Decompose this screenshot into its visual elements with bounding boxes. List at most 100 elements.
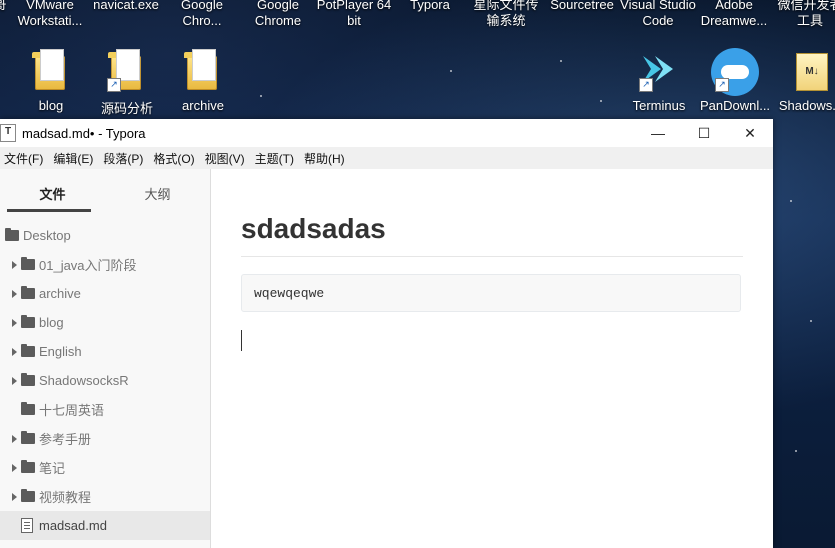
- tree-item-label: English: [39, 344, 82, 359]
- title-bar[interactable]: T madsad.md• - Typora — ☐ ✕: [0, 119, 773, 147]
- tree-item-label: 笔记: [39, 461, 66, 476]
- folder-icon: [21, 257, 35, 270]
- tree-item-label: 视频教程: [39, 490, 92, 505]
- code-block[interactable]: wqewqeqwe: [241, 274, 741, 312]
- markdown-file-icon: M↓: [791, 48, 831, 92]
- desktop-icon-shadowsocks[interactable]: M↓ Shadows...: [772, 48, 835, 113]
- menu-bar: 文件(F) 编辑(E) 段落(P) 格式(O) 视图(V) 主题(T) 帮助(H…: [0, 147, 773, 169]
- folder-icon: [21, 315, 35, 328]
- tree-item-label: blog: [39, 315, 64, 330]
- folder-icon: [21, 402, 35, 415]
- desktop-shortcut[interactable]: navicat.exe: [88, 0, 164, 13]
- expand-arrow-icon[interactable]: [12, 260, 17, 269]
- desktop-icon-label: 源码分析: [100, 101, 153, 116]
- file-sidebar: 文件 大纲 Desktop 01_java入门阶段 archive blog E…: [0, 169, 211, 548]
- desktop-shortcut[interactable]: VMware Workstati...: [12, 0, 88, 29]
- tree-item-folder[interactable]: 十七周英语: [0, 395, 210, 424]
- folder-icon: [5, 228, 19, 241]
- maximize-button[interactable]: ☐: [681, 119, 727, 147]
- terminus-icon: ↗: [639, 48, 679, 92]
- folder-icon: [21, 460, 35, 473]
- menu-file[interactable]: 文件(F): [0, 150, 47, 167]
- desktop-icon-source-analysis[interactable]: ↗ 源码分析: [88, 48, 166, 117]
- shortcut-arrow-icon: ↗: [715, 78, 729, 92]
- star: [560, 60, 562, 62]
- document-heading[interactable]: sdadsadas: [241, 213, 386, 245]
- folder-icon: [31, 48, 71, 92]
- sidebar-tabs: 文件 大纲: [0, 169, 210, 213]
- tree-item-folder[interactable]: ShadowsocksR: [0, 366, 210, 395]
- tree-item-label: Desktop: [23, 228, 71, 243]
- tree-item-label: archive: [39, 286, 81, 301]
- desktop-top-row: 哥 VMware Workstati... navicat.exe Google…: [0, 0, 835, 34]
- expand-arrow-icon[interactable]: [12, 434, 17, 443]
- desktop-icon-blog[interactable]: blog: [12, 48, 90, 113]
- window-title: madsad.md• - Typora: [22, 125, 146, 141]
- tree-item-folder[interactable]: archive: [0, 279, 210, 308]
- close-button[interactable]: ✕: [727, 119, 773, 147]
- expand-arrow-icon[interactable]: [12, 318, 17, 327]
- desktop-icon-terminus[interactable]: ↗ Terminus: [620, 48, 698, 113]
- typora-app-icon: T: [0, 124, 16, 142]
- tree-item-label: 参考手册: [39, 432, 92, 447]
- star: [790, 200, 792, 202]
- shortcut-arrow-icon: ↗: [107, 78, 121, 92]
- menu-help[interactable]: 帮助(H): [300, 150, 349, 167]
- tree-item-folder[interactable]: 01_java入门阶段: [0, 250, 210, 279]
- desktop-shortcut[interactable]: 星际文件传输系统: [468, 0, 544, 29]
- desktop-icon-label: Shadows...: [778, 98, 835, 113]
- expand-arrow-icon[interactable]: [12, 376, 17, 385]
- desktop-shortcut[interactable]: 微信开发者工具: [772, 0, 835, 29]
- tree-root-desktop[interactable]: Desktop: [0, 221, 210, 250]
- desktop-icon-label: Terminus: [632, 98, 686, 113]
- minimize-icon: —: [651, 125, 665, 141]
- desktop-shortcut[interactable]: Sourcetree: [544, 0, 620, 13]
- expand-arrow-icon[interactable]: [12, 463, 17, 472]
- minimize-button[interactable]: —: [635, 119, 681, 147]
- expand-arrow-icon[interactable]: [12, 347, 17, 356]
- desktop-icon-archive[interactable]: archive: [164, 48, 242, 113]
- tree-item-label: madsad.md: [39, 518, 107, 533]
- menu-paragraph[interactable]: 段落(P): [99, 150, 147, 167]
- folder-icon: [183, 48, 223, 92]
- desktop-shortcut[interactable]: Visual Studio Code: [620, 0, 696, 29]
- desktop-shortcut[interactable]: Adobe Dreamwe...: [696, 0, 772, 29]
- file-tree: Desktop 01_java入门阶段 archive blog English: [0, 221, 210, 540]
- desktop-icon-pandownload[interactable]: ↗ PanDownl...: [696, 48, 774, 113]
- tree-item-label: 01_java入门阶段: [39, 258, 137, 273]
- star: [450, 70, 452, 72]
- folder-icon: [21, 431, 35, 444]
- folder-icon: [21, 286, 35, 299]
- folder-icon: [21, 373, 35, 386]
- tree-item-folder[interactable]: 笔记: [0, 453, 210, 482]
- tree-item-folder[interactable]: 视频教程: [0, 482, 210, 511]
- cloud-icon: ↗: [711, 48, 759, 96]
- tab-files[interactable]: 文件: [0, 169, 105, 213]
- close-icon: ✕: [744, 124, 756, 141]
- expand-arrow-icon[interactable]: [12, 492, 17, 501]
- tree-item-folder[interactable]: blog: [0, 308, 210, 337]
- desktop-icon-label: archive: [182, 98, 224, 113]
- editor-pane[interactable]: sdadsadas wqewqeqwe: [211, 169, 773, 548]
- menu-theme[interactable]: 主题(T): [251, 150, 298, 167]
- document-icon: [21, 518, 33, 533]
- active-tab-indicator: [7, 209, 91, 212]
- menu-format[interactable]: 格式(O): [149, 150, 198, 167]
- desktop-icon-label: PanDownl...: [699, 98, 771, 113]
- tree-item-folder[interactable]: English: [0, 337, 210, 366]
- tab-outline[interactable]: 大纲: [105, 169, 210, 213]
- expand-arrow-icon[interactable]: [12, 289, 17, 298]
- desktop-shortcut[interactable]: Google Chro...: [164, 0, 240, 29]
- tree-item-label: ShadowsocksR: [39, 373, 129, 388]
- desktop-shortcut[interactable]: Google Chrome: [240, 0, 316, 29]
- menu-view[interactable]: 视图(V): [201, 150, 249, 167]
- folder-icon: [21, 344, 35, 357]
- tree-item-label: 十七周英语: [39, 403, 105, 418]
- menu-edit[interactable]: 编辑(E): [49, 150, 97, 167]
- text-caret: [241, 330, 242, 351]
- desktop-shortcut[interactable]: PotPlayer 64 bit: [316, 0, 392, 29]
- folder-icon: [21, 489, 35, 502]
- tree-item-file-active[interactable]: madsad.md: [0, 511, 210, 540]
- tree-item-folder[interactable]: 参考手册: [0, 424, 210, 453]
- desktop-shortcut[interactable]: Typora: [392, 0, 468, 13]
